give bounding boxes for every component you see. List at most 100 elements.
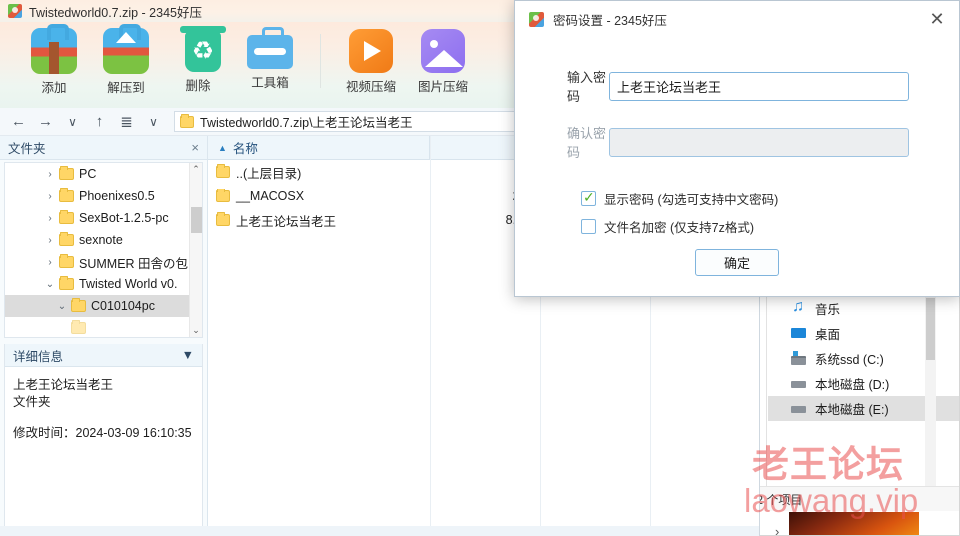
toolbar-button-toolbox[interactable]: 工具箱 (234, 27, 306, 91)
scrollbar-thumb[interactable] (191, 207, 202, 233)
folder-icon (71, 298, 86, 312)
encrypt-filenames-checkbox-row[interactable]: 文件名加密 (仅支持7z格式) (515, 217, 959, 236)
scroll-down-icon[interactable]: ⌄ (190, 324, 202, 337)
close-icon[interactable]: × (191, 140, 199, 155)
confirm-password-input[interactable] (609, 127, 909, 157)
folder-icon (71, 320, 86, 334)
collapse-chevron-down-icon[interactable]: ▼ (182, 348, 194, 362)
explorer-vertical-scrollbar[interactable] (925, 296, 936, 486)
back-icon[interactable]: ← (6, 110, 31, 134)
details-item-modified: 修改时间：2024-03-09 16:10:35 (13, 426, 192, 440)
folders-pane-title: 文件夹 (8, 142, 46, 156)
tree-item-pc[interactable]: › PC (5, 163, 202, 185)
toolbar-button-add[interactable]: 添加 (18, 24, 90, 96)
toolbar-button-delete[interactable]: 删除 (162, 26, 234, 94)
folder-icon (59, 210, 74, 224)
twisty-icon[interactable]: › (41, 191, 59, 202)
folder-icon (216, 164, 230, 178)
checkbox-unchecked-icon[interactable] (581, 219, 596, 234)
folder-icon (59, 276, 74, 290)
tree-item-summer[interactable]: › SUMMER 田舎の包 (5, 251, 202, 273)
details-title: 详细信息 (13, 349, 64, 364)
checkbox-checked-icon[interactable] (581, 189, 596, 206)
tree-item-partial[interactable] (5, 317, 202, 337)
tree-item-label: SUMMER 田舎の包 (79, 256, 189, 271)
scroll-up-icon[interactable]: ⌃ (190, 163, 202, 176)
folder-tree[interactable]: › PC › Phoenixes0.5 › SexBot-1.2.5-pc › … (4, 162, 203, 338)
folder-icon (180, 113, 194, 128)
twisty-icon[interactable]: › (41, 213, 59, 224)
tree-item-sexnote[interactable]: › sexnote (5, 229, 202, 251)
desktop-icon (790, 326, 807, 341)
show-password-checkbox-row[interactable]: 显示密码 (勾选可支持中文密码) (515, 189, 959, 208)
ok-button[interactable]: 确定 (695, 249, 779, 276)
encrypt-filenames-label: 文件名加密 (仅支持7z格式) (604, 221, 755, 235)
tree-vertical-scrollbar[interactable]: ⌃ ⌄ (189, 163, 202, 337)
scrollbar-thumb[interactable] (926, 298, 935, 360)
forward-icon[interactable]: → (33, 110, 58, 134)
tree-item-phoenixes[interactable]: › Phoenixes0.5 (5, 185, 202, 207)
folder-icon (59, 188, 74, 202)
app-logo-icon (529, 12, 544, 27)
tree-item-twisted-world[interactable]: ⌄ Twisted World v0. (5, 273, 202, 295)
up-icon[interactable]: ↑ (87, 110, 112, 134)
confirm-field-row: 确认密码 (515, 123, 959, 161)
column-header-name[interactable]: ▲ 名称 (208, 135, 430, 160)
file-name: 上老王论坛当老王 (236, 214, 337, 229)
folders-pane: 文件夹 × › PC › Phoenixes0.5 › SexBot-1.2.5… (0, 136, 208, 536)
tree-item-label: SexBot-1.2.5-pc (79, 211, 169, 225)
tree-item-label: Phoenixes0.5 (79, 189, 155, 203)
drive-label: 音乐 (815, 303, 841, 317)
details-item-type: 文件夹 (13, 395, 51, 409)
window-title: Twistedworld0.7.zip - 2345好压 (29, 5, 202, 20)
password-label: 输入密码 (567, 70, 607, 104)
file-name-cell: __MACOSX (208, 189, 430, 203)
drive-label: 桌面 (815, 328, 841, 342)
dialog-title-bar: 密码设置 - 2345好压 ✕ (515, 1, 959, 39)
tree-item-label: PC (79, 167, 97, 181)
confirm-password-label: 确认密码 (567, 126, 607, 160)
tree-item-label: sexnote (79, 233, 123, 247)
tree-item-label: Twisted World v0. (79, 277, 178, 291)
breadcrumb: Twistedworld0.7.zip\上老王论坛当老王 (200, 116, 413, 130)
tree-item-sexbot[interactable]: › SexBot-1.2.5-pc (5, 207, 202, 229)
toolbar-button-video-compress[interactable]: 视频压缩 (335, 28, 407, 95)
password-input[interactable]: 上老王论坛当老王 (609, 71, 909, 101)
show-password-label: 显示密码 (勾选可支持中文密码) (604, 193, 779, 207)
twisty-icon[interactable]: ⌄ (53, 301, 71, 312)
dialog-title: 密码设置 - 2345好压 (553, 14, 667, 28)
expand-chevron-icon[interactable]: › (775, 524, 779, 535)
toolbar-button-image-compress[interactable]: 图片压缩 (407, 28, 479, 95)
twisty-icon[interactable]: › (41, 235, 59, 246)
folder-icon (216, 189, 230, 202)
recent-locations-chevron-down-icon[interactable]: ∨ (60, 110, 85, 134)
list-view-icon[interactable]: ≣ (114, 110, 139, 134)
details-panel-header: 详细信息 ▼ (5, 344, 202, 367)
folder-icon (59, 166, 74, 180)
tree-item-c010104pc[interactable]: ⌄ C010104pc (5, 295, 202, 317)
view-menu-chevron-down-icon[interactable]: ∨ (141, 110, 166, 134)
twisty-icon[interactable]: › (41, 169, 59, 180)
folders-pane-header: 文件夹 × (0, 136, 207, 160)
details-panel-body: 上老王论坛当老王 文件夹 修改时间：2024-03-09 16:10:35 (5, 367, 202, 442)
details-item-name: 上老王论坛当老王 (13, 378, 114, 392)
close-icon[interactable]: ✕ (923, 9, 951, 30)
folder-icon (59, 254, 74, 268)
file-name: __MACOSX (236, 189, 305, 203)
twisty-icon[interactable]: ⌄ (41, 279, 59, 290)
drive-label: 本地磁盘 (D:) (815, 378, 890, 392)
add-archive-icon (31, 24, 77, 74)
twisty-icon[interactable]: › (41, 257, 59, 268)
toolbar-label: 图片压缩 (417, 80, 468, 94)
toolbar-label: 删除 (185, 79, 211, 93)
disk-drive-icon (790, 376, 807, 391)
toolbar-button-extract[interactable]: 解压到 (90, 24, 162, 96)
image-compress-icon (421, 29, 465, 73)
password-settings-dialog: 密码设置 - 2345好压 ✕ 输入密码 上老王论坛当老王 确认密码 显示密码 … (514, 0, 960, 297)
folder-icon (216, 212, 230, 226)
tree-item-label: C010104pc (91, 299, 155, 313)
preview-thumbnail (789, 512, 919, 535)
details-panel: 详细信息 ▼ 上老王论坛当老王 文件夹 修改时间：2024-03-09 16:1… (4, 344, 203, 536)
toolbar-divider (320, 34, 321, 88)
toolbar-label: 工具箱 (251, 76, 289, 90)
